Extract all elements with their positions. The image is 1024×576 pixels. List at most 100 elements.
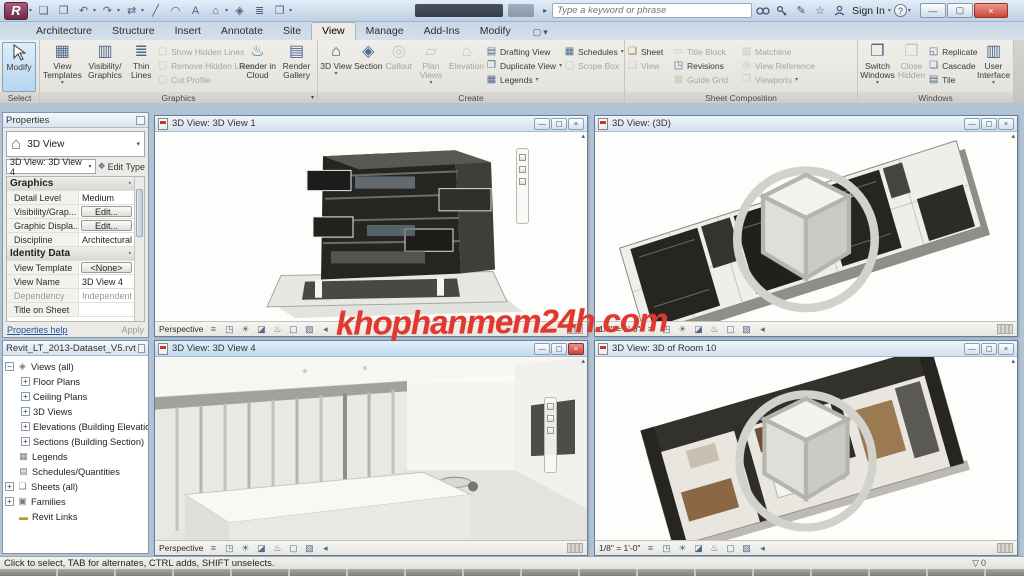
tab-insert[interactable]: Insert — [165, 23, 211, 40]
tree-item-3d-views[interactable]: +3D Views — [5, 404, 146, 419]
viewport-canvas[interactable]: ▴ — [155, 132, 587, 321]
shadows-icon[interactable]: ◪ — [255, 324, 267, 335]
panel-expander-icon[interactable]: ▾ — [311, 94, 314, 101]
matchline-button[interactable]: ▨Matchline — [741, 45, 827, 58]
tree-item-families[interactable]: +▣Families — [5, 494, 146, 509]
search-prompt-icon[interactable]: ▸ — [543, 6, 547, 15]
revit-logo-button[interactable]: R — [4, 2, 28, 20]
viewport-title-bar-active[interactable]: 3D View: 3D View 4 — ▢ × — [155, 341, 587, 357]
expand-icon[interactable]: + — [5, 482, 14, 491]
user-interface-button[interactable]: ▥ User Interface ▾ — [976, 42, 1011, 92]
modify-button[interactable]: Modify — [2, 42, 36, 92]
duplicate-view-button[interactable]: ❐Duplicate View▾ — [486, 59, 562, 72]
viewport-canvas[interactable]: ▴ — [595, 132, 1017, 321]
visual-style-icon[interactable]: ◳ — [660, 543, 672, 554]
crop-view-icon[interactable]: ▢ — [724, 324, 736, 335]
viewports-button[interactable]: ❒Viewports▾ — [741, 73, 827, 86]
tag-icon[interactable]: ◠ — [167, 3, 184, 19]
scroll-grip[interactable] — [997, 324, 1013, 334]
switch-windows-button[interactable]: ❐ Switch Windows ▾ — [860, 42, 895, 92]
legends-button[interactable]: ▦Legends▾ — [486, 73, 562, 86]
viewport-canvas[interactable]: ▴ — [155, 357, 587, 540]
rendering-dialog-icon[interactable]: ♨ — [271, 543, 283, 554]
crop-view-icon[interactable]: ▢ — [287, 324, 299, 335]
switch-windows-icon[interactable]: ❐ — [271, 3, 288, 19]
user-icon[interactable] — [831, 3, 847, 19]
viewport-minimize-button[interactable]: — — [534, 118, 550, 130]
project-browser-header[interactable]: Revit_LT_2013-Dataset_V5.rvt - Proje... — [3, 341, 148, 356]
visual-style-icon[interactable]: ◳ — [223, 324, 235, 335]
shadows-icon[interactable]: ◪ — [692, 543, 704, 554]
properties-close-icon[interactable] — [136, 116, 145, 125]
rendering-dialog-icon[interactable]: ♨ — [271, 324, 283, 335]
viewport-maximize-button[interactable]: ▢ — [551, 343, 567, 355]
scroll-up-icon[interactable]: ▴ — [581, 357, 585, 365]
tab-manage[interactable]: Manage — [356, 23, 414, 40]
shadows-icon[interactable]: ◪ — [255, 543, 267, 554]
undo-icon[interactable]: ↶ — [75, 3, 92, 19]
scale-label[interactable]: Perspective — [159, 543, 203, 553]
panel-graphics-label[interactable]: Graphics▾ — [40, 92, 318, 103]
revisions-button[interactable]: ◳Revisions — [673, 59, 739, 72]
visibility-graphics-button[interactable]: ▥ Visibility/ Graphics — [85, 42, 126, 92]
app-menu-caret-icon[interactable]: ▾ — [29, 7, 32, 14]
scroll-grip[interactable] — [997, 543, 1013, 553]
title-block-button[interactable]: ▭Title Block — [673, 45, 739, 58]
undo-caret-icon[interactable]: ▾ — [93, 7, 96, 14]
remove-hidden-lines-button[interactable]: ▢Remove Hidden Lines — [157, 59, 237, 72]
project-browser-close-icon[interactable] — [138, 344, 145, 353]
visual-style-icon[interactable]: ◳ — [223, 543, 235, 554]
section-header-graphics[interactable]: Graphics▪ — [7, 177, 134, 191]
type-selector[interactable]: ⌂ 3D View ▾ — [6, 131, 145, 157]
viewport-close-button[interactable]: × — [998, 343, 1014, 355]
help-caret-icon[interactable]: ▾ — [908, 7, 911, 14]
tab-modify[interactable]: Modify — [470, 23, 521, 40]
drafting-view-button[interactable]: ▤Drafting View — [486, 45, 562, 58]
viewport-close-button[interactable]: × — [568, 118, 584, 130]
tree-item-floor-plans[interactable]: +Floor Plans — [5, 374, 146, 389]
tab-view[interactable]: View — [311, 22, 356, 40]
search-input[interactable] — [552, 3, 752, 18]
redo-icon[interactable]: ↷ — [99, 3, 116, 19]
tree-item-revit-links[interactable]: ▬Revit Links — [5, 509, 146, 524]
properties-help-link[interactable]: Properties help — [7, 325, 68, 335]
sign-in-link[interactable]: Sign In — [852, 5, 885, 17]
sun-path-icon[interactable]: ☀ — [676, 543, 688, 554]
show-crop-icon[interactable]: ▧ — [740, 543, 752, 554]
tree-item-legends[interactable]: ▦Legends — [5, 449, 146, 464]
sign-in-caret-icon[interactable]: ▾ — [888, 7, 891, 14]
cut-profile-button[interactable]: ▢Cut Profile — [157, 73, 237, 86]
title-on-sheet-value[interactable] — [79, 303, 134, 316]
tile-button[interactable]: ▤Tile — [928, 73, 974, 86]
redo-caret-icon[interactable]: ▾ — [117, 7, 120, 14]
render-in-cloud-button[interactable]: ♨ Render in Cloud — [239, 42, 276, 92]
viewport-close-button[interactable]: × — [998, 118, 1014, 130]
expand-control-icon[interactable]: ◂ — [756, 543, 768, 554]
expand-icon[interactable]: + — [21, 377, 30, 386]
section-icon[interactable]: ◈ — [231, 3, 248, 19]
viewport-3d[interactable]: 3D View: (3D) — ▢ × — [594, 115, 1018, 337]
viewcube[interactable] — [595, 357, 1017, 540]
tree-item-sections[interactable]: +Sections (Building Section) — [5, 434, 146, 449]
viewport-3d-view-4[interactable]: 3D View: 3D View 4 — ▢ × — [154, 340, 588, 556]
viewport-3d-view-1[interactable]: 3D View: 3D View 1 — ▢ × — [154, 115, 588, 337]
save-icon[interactable]: ❒ — [55, 3, 72, 19]
expand-icon[interactable]: + — [21, 392, 30, 401]
favorites-star-icon[interactable]: ☆ — [812, 3, 828, 19]
expand-control-icon[interactable]: ◂ — [319, 543, 331, 554]
viewport-title-bar[interactable]: 3D View: 3D of Room 10 — ▢ × — [595, 341, 1017, 357]
properties-header[interactable]: Properties — [3, 113, 148, 128]
viewport-minimize-button[interactable]: — — [534, 343, 550, 355]
scope-box-button[interactable]: ▢Scope Box — [564, 59, 622, 72]
scale-label[interactable]: Perspective — [159, 324, 203, 334]
tab-annotate[interactable]: Annotate — [211, 23, 273, 40]
view-reference-button[interactable]: ◎View Reference — [741, 59, 827, 72]
detail-level-icon[interactable]: ≡ — [644, 324, 656, 334]
ribbon-state-toggle[interactable]: ▢▾ — [529, 25, 552, 40]
subscription-key-icon[interactable] — [774, 3, 790, 19]
edit-type-button[interactable]: ❖ Edit Type — [98, 161, 145, 172]
expand-control-icon[interactable]: ◂ — [319, 324, 331, 335]
binoculars-icon[interactable] — [755, 3, 771, 19]
navigation-bar[interactable] — [544, 397, 557, 473]
tree-item-sheets[interactable]: +❏Sheets (all) — [5, 479, 146, 494]
